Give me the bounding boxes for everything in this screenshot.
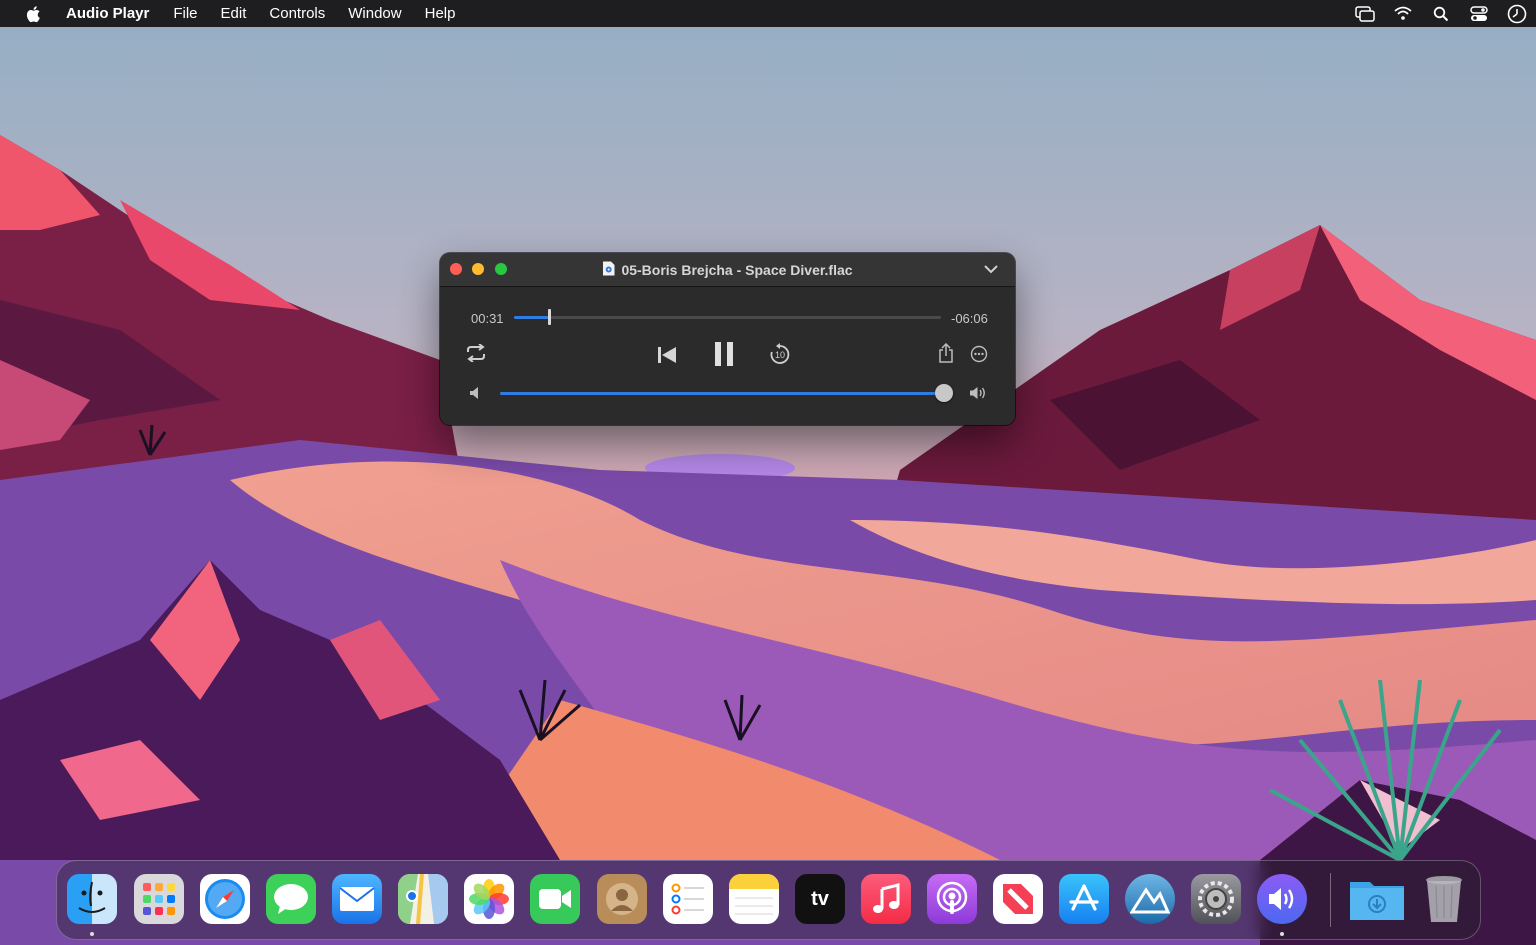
track-title: 05-Boris Brejcha - Space Diver.flac bbox=[621, 262, 853, 278]
elapsed-time: 00:31 bbox=[471, 311, 504, 326]
menu-bar: Audio Playr File Edit Controls Window He… bbox=[0, 0, 1536, 27]
menu-controls[interactable]: Controls bbox=[269, 5, 325, 22]
news-icon[interactable] bbox=[993, 874, 1043, 924]
menu-window[interactable]: Window bbox=[348, 5, 401, 22]
share-icon[interactable] bbox=[938, 343, 954, 363]
search-icon[interactable] bbox=[1429, 6, 1453, 22]
finder-running-indicator bbox=[90, 932, 94, 936]
svg-text:10: 10 bbox=[775, 350, 785, 360]
launchpad-icon[interactable] bbox=[134, 874, 184, 924]
apple-menu-icon[interactable] bbox=[24, 5, 44, 23]
downloads-folder-icon[interactable] bbox=[1348, 874, 1406, 924]
apple-tv-label: tv bbox=[811, 887, 829, 910]
progress-playhead[interactable] bbox=[548, 309, 552, 325]
window-titlebar[interactable]: 05-Boris Brejcha - Space Diver.flac bbox=[440, 253, 1015, 287]
dock-separator bbox=[1330, 873, 1331, 927]
clock-icon[interactable] bbox=[1505, 4, 1529, 24]
menu-help[interactable]: Help bbox=[425, 5, 456, 22]
status-menu-area bbox=[1346, 0, 1536, 27]
facetime-icon[interactable] bbox=[530, 874, 580, 924]
screen-mirroring-icon[interactable] bbox=[1353, 5, 1377, 22]
maps-icon[interactable] bbox=[398, 874, 448, 924]
app-store-icon[interactable] bbox=[1059, 874, 1109, 924]
contacts-icon[interactable] bbox=[597, 874, 647, 924]
remaining-time: -06:06 bbox=[951, 311, 988, 326]
audio-playr-icon[interactable] bbox=[1257, 874, 1307, 924]
wifi-icon[interactable] bbox=[1391, 6, 1415, 21]
reminders-icon[interactable] bbox=[663, 874, 713, 924]
menu-edit[interactable]: Edit bbox=[221, 5, 247, 22]
volume-fill bbox=[500, 392, 944, 395]
more-icon[interactable] bbox=[970, 345, 988, 363]
progress-fill bbox=[514, 316, 550, 319]
system-preferences-icon[interactable] bbox=[1191, 874, 1241, 924]
music-icon[interactable] bbox=[861, 874, 911, 924]
audio-playr-running-indicator bbox=[1280, 932, 1284, 936]
app-name-menu[interactable]: Audio Playr bbox=[66, 5, 149, 22]
photos-icon[interactable] bbox=[464, 874, 514, 924]
audio-player-window: 05-Boris Brejcha - Space Diver.flac 00:3… bbox=[440, 253, 1015, 425]
volume-high-icon bbox=[969, 385, 989, 401]
repeat-icon[interactable] bbox=[465, 344, 487, 362]
control-center-icon[interactable] bbox=[1467, 5, 1491, 22]
skip-back-10-icon[interactable]: 10 bbox=[769, 343, 791, 365]
trash-icon[interactable] bbox=[1419, 874, 1469, 924]
volume-knob[interactable] bbox=[934, 384, 953, 402]
mail-icon[interactable] bbox=[332, 874, 382, 924]
monterey-icon[interactable] bbox=[1125, 874, 1175, 924]
safari-icon[interactable] bbox=[200, 874, 250, 924]
podcasts-icon[interactable] bbox=[927, 874, 977, 924]
chevron-down-icon[interactable] bbox=[983, 262, 999, 280]
volume-low-icon bbox=[469, 386, 483, 400]
notes-icon[interactable] bbox=[729, 874, 779, 924]
pause-icon[interactable] bbox=[713, 341, 735, 367]
audio-file-icon bbox=[602, 261, 615, 279]
menu-file[interactable]: File bbox=[173, 5, 197, 22]
messages-icon[interactable] bbox=[266, 874, 316, 924]
finder-icon[interactable] bbox=[67, 874, 117, 924]
window-title: 05-Boris Brejcha - Space Diver.flac bbox=[440, 261, 1015, 279]
desktop-wallpaper bbox=[0, 0, 1536, 945]
playback-progress-slider[interactable] bbox=[514, 309, 941, 325]
previous-track-icon[interactable] bbox=[657, 346, 677, 364]
dock: tv bbox=[56, 860, 1481, 940]
volume-slider[interactable] bbox=[500, 384, 953, 402]
apple-tv-icon[interactable]: tv bbox=[795, 874, 845, 924]
